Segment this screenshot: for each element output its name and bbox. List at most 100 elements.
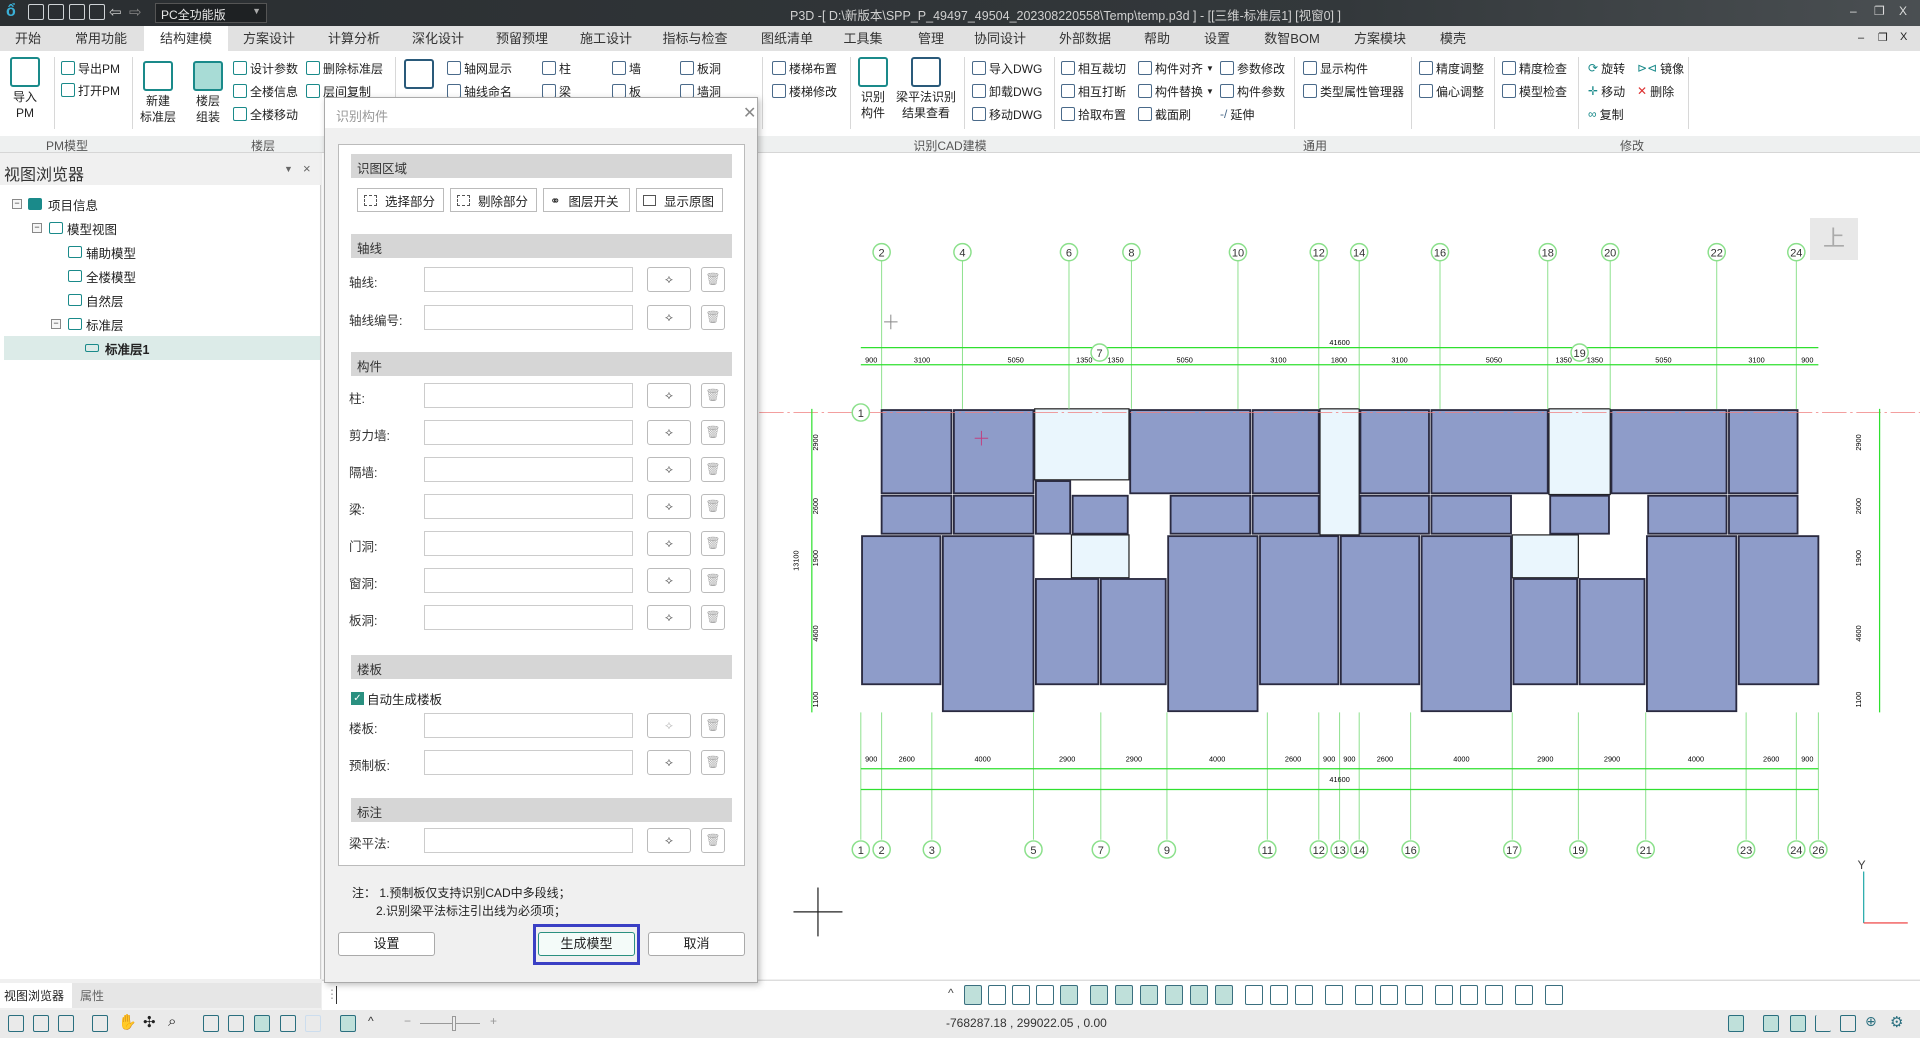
tab-start[interactable]: 开始 — [15, 26, 41, 51]
filter-wall-icon[interactable] — [1165, 985, 1183, 1005]
replace-button[interactable]: 构件替换 ▼ — [1138, 82, 1214, 100]
panel-close-icon[interactable]: × — [303, 161, 311, 176]
slab-hole-input[interactable] — [424, 605, 633, 630]
trash-icon[interactable]: 🗑 — [701, 420, 725, 445]
zoom-slider-track[interactable] — [420, 1023, 480, 1024]
measure-icon[interactable] — [1515, 985, 1533, 1005]
precision-check-button[interactable]: 精度检查 — [1502, 59, 1567, 77]
tree-item-model-view[interactable]: − 模型视图 — [4, 216, 320, 240]
save-icon[interactable] — [69, 4, 85, 20]
trash-icon[interactable]: 🗑 — [701, 267, 725, 292]
pick-layer-button[interactable]: ⟡ — [647, 383, 691, 408]
pm-export-icon[interactable] — [1355, 985, 1373, 1005]
wall-button[interactable]: 墙 — [612, 59, 641, 77]
generate-model-button[interactable]: 生成模型 — [538, 932, 635, 956]
tab-scheme-design[interactable]: 方案设计 — [243, 26, 295, 51]
design-params-button[interactable]: 设计参数 — [233, 59, 298, 77]
save-as-icon[interactable] — [89, 4, 105, 20]
edition-select[interactable]: PC全功能版 ▼ — [155, 3, 267, 23]
hidden-line-icon[interactable] — [228, 1015, 244, 1032]
export-pm-button[interactable]: 导出PM — [61, 59, 120, 77]
show-members-button[interactable]: 显示构件 — [1303, 59, 1368, 77]
view-cube-icon[interactable] — [1295, 985, 1313, 1005]
trash-icon[interactable]: 🗑 — [701, 713, 725, 738]
axis-display-button[interactable]: 轴网显示 — [447, 59, 512, 77]
filter-opening-icon[interactable] — [1215, 985, 1233, 1005]
doc-close-button[interactable]: X — [1900, 31, 1907, 43]
zoom-in-button[interactable]: + — [490, 1014, 497, 1028]
close-button[interactable]: X — [1899, 4, 1907, 18]
partition-wall-input[interactable] — [424, 457, 633, 482]
tab-embedded[interactable]: 预留预埋 — [496, 26, 548, 51]
ortho-icon[interactable] — [1763, 1015, 1779, 1032]
trash-icon[interactable]: 🗑 — [701, 494, 725, 519]
trash-icon[interactable]: 🗑 — [701, 828, 725, 853]
view-cube-icon[interactable] — [1270, 985, 1288, 1005]
new-file-icon[interactable] — [28, 4, 44, 20]
layer-icon[interactable] — [340, 1015, 356, 1032]
undo-icon[interactable]: ⇦ — [109, 3, 122, 21]
doc-minimize-button[interactable]: – — [1858, 32, 1864, 44]
shear-wall-input[interactable] — [424, 420, 633, 445]
building-info-button[interactable]: 全楼信息 — [233, 82, 298, 100]
param-modify-button[interactable]: 参数修改 — [1220, 59, 1285, 77]
slab-hole-button[interactable]: 板洞 — [680, 59, 721, 77]
model-check-button[interactable]: 模型检查 — [1502, 82, 1567, 100]
gear-icon[interactable]: ⚙ — [1890, 1013, 1906, 1031]
view-cube-top[interactable]: 上 — [1810, 218, 1858, 260]
pick-layer-button[interactable]: ⟡ — [647, 494, 691, 519]
recognize-members-button[interactable]: 识别 构件 — [858, 57, 888, 121]
column-button[interactable]: 柱 — [542, 59, 571, 77]
settings-button[interactable]: 设置 — [338, 932, 435, 956]
toolbar-icon-4[interactable] — [1036, 985, 1054, 1005]
shaded-icon[interactable] — [254, 1015, 270, 1032]
beam-input[interactable] — [424, 494, 633, 519]
tab-common[interactable]: 常用功能 — [75, 26, 127, 51]
collapse-icon[interactable]: − — [51, 319, 61, 329]
panel-menu-icon[interactable]: ▼ — [284, 164, 293, 174]
minimize-button[interactable]: – — [1850, 4, 1857, 18]
polar-icon[interactable] — [1790, 1015, 1806, 1032]
delete-button[interactable]: ✕ 删除 — [1637, 82, 1674, 100]
axis-input[interactable] — [424, 267, 633, 292]
tab-scheme-module[interactable]: 方案模块 — [1354, 26, 1406, 51]
floor-assembly-button[interactable]: 楼层 组装 — [193, 61, 223, 125]
pick-layer-button[interactable]: ⟡ — [647, 267, 691, 292]
unload-dwg-button[interactable]: 卸载DWG — [972, 82, 1042, 100]
tree-item-project-info[interactable]: − 项目信息 — [4, 192, 320, 216]
copy-button[interactable]: ∞ 复制 — [1588, 105, 1624, 123]
beam-notation-input[interactable] — [424, 828, 633, 853]
collapse-icon[interactable]: − — [12, 199, 22, 209]
tab-drawing-list[interactable]: 图纸清单 — [761, 26, 813, 51]
pick-layer-button[interactable]: ⟡ — [647, 420, 691, 445]
filter-hole-icon[interactable] — [1190, 985, 1208, 1005]
grid-icon[interactable] — [1840, 1015, 1856, 1032]
orbit-icon[interactable]: ✣ — [143, 1013, 159, 1031]
select-part-button[interactable]: 选择部分 — [357, 188, 444, 212]
pick-layer-button[interactable]: ⟡ — [647, 457, 691, 482]
zoom-slider-thumb[interactable] — [452, 1016, 456, 1031]
column-input[interactable] — [424, 383, 633, 408]
tree-item-std-floor[interactable]: − 标准层 — [4, 312, 320, 336]
tab-indicators[interactable]: 指标与检查 — [662, 26, 727, 51]
extend-button[interactable]: -/延伸 — [1220, 105, 1254, 123]
show-original-button[interactable]: 显示原图 — [636, 188, 723, 212]
filter-beam-icon[interactable] — [1115, 985, 1133, 1005]
layer-toggle-button[interactable]: ⚭ 图层开关 — [543, 188, 630, 212]
slab-input[interactable] — [424, 713, 633, 738]
pick-layer-button[interactable]: ⟡ — [647, 605, 691, 630]
collapse-icon[interactable]: − — [32, 223, 42, 233]
view-cube-icon[interactable] — [1245, 985, 1263, 1005]
exclude-part-button[interactable]: 剔除部分 — [450, 188, 537, 212]
close-icon[interactable]: ✕ — [743, 103, 756, 123]
tab-detailing[interactable]: 深化设计 — [412, 26, 464, 51]
cancel-button[interactable]: 取消 — [648, 932, 745, 956]
eccentric-adjust-button[interactable]: 偏心调整 — [1419, 82, 1484, 100]
rotate-button[interactable]: ⟳ 旋转 — [1588, 59, 1625, 77]
toolbar-icon-c[interactable] — [1485, 985, 1503, 1005]
pm-icon[interactable] — [1325, 985, 1343, 1005]
dialog-titlebar[interactable]: 识别构件 ✕ — [325, 98, 757, 128]
trash-icon[interactable]: 🗑 — [701, 305, 725, 330]
tab-properties[interactable]: 属性 — [80, 987, 104, 1004]
restore-button[interactable]: ❐ — [1874, 4, 1885, 18]
